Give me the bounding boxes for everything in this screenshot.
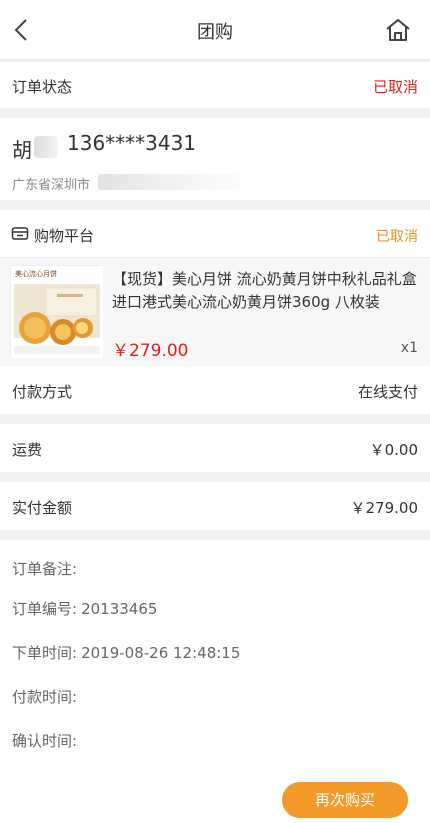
paid-amount-row: 实付金额 ￥279.00 bbox=[0, 482, 430, 530]
confirm-time: 确认时间: bbox=[12, 730, 81, 751]
product-thumbnail: 美心流心月饼 bbox=[10, 265, 103, 358]
address-card[interactable]: 胡 136****3431 广东省深圳市 bbox=[0, 118, 430, 200]
redacted-name-blur bbox=[34, 136, 58, 158]
order-status-label: 订单状态 bbox=[12, 78, 73, 96]
order-time-value: 2019-08-26 12:48:15 bbox=[81, 644, 241, 662]
header-bar: 团购 bbox=[0, 0, 430, 60]
payment-method-value: 在线支付 bbox=[357, 383, 418, 401]
shop-name: 购物平台 bbox=[34, 227, 95, 245]
order-status-row: 订单状态 已取消 bbox=[0, 62, 430, 108]
shipping-fee-value: ￥0.00 bbox=[369, 441, 418, 459]
redacted-address-blur bbox=[98, 174, 258, 190]
store-icon bbox=[11, 225, 29, 241]
shop-status: 已取消 bbox=[376, 229, 418, 245]
recipient-name: 胡 bbox=[12, 138, 32, 162]
order-number: 订单编号: 20133465 bbox=[12, 598, 157, 619]
paid-amount-label: 实付金额 bbox=[12, 499, 73, 517]
order-status-value: 已取消 bbox=[372, 78, 418, 96]
order-number-label: 订单编号: bbox=[12, 600, 78, 618]
shipping-fee-row: 运费 ￥0.00 bbox=[0, 424, 430, 472]
order-remark-label: 订单备注: bbox=[12, 560, 78, 578]
order-remark: 订单备注: bbox=[12, 558, 81, 579]
page-title: 团购 bbox=[197, 22, 233, 43]
product-name: 【现货】美心月饼 流心奶黄月饼中秋礼品礼盒 进口港式美心流心奶黄月饼360g 八… bbox=[112, 270, 417, 311]
shop-header[interactable]: 购物平台 已取消 bbox=[0, 210, 430, 258]
thumb-brand-text: 美心流心月饼 bbox=[15, 269, 57, 278]
pay-time: 付款时间: bbox=[12, 686, 81, 707]
confirm-time-label: 确认时间: bbox=[12, 732, 78, 750]
order-number-value: 20133465 bbox=[81, 600, 158, 618]
order-time: 下单时间: 2019-08-26 12:48:15 bbox=[12, 642, 240, 663]
product-quantity: x1 bbox=[400, 340, 418, 356]
recipient-phone: 136****3431 bbox=[67, 131, 197, 155]
recipient-address: 广东省深圳市 bbox=[12, 178, 91, 193]
home-icon[interactable] bbox=[384, 16, 412, 44]
order-time-label: 下单时间: bbox=[12, 644, 78, 662]
payment-method-label: 付款方式 bbox=[12, 383, 73, 401]
payment-method-row: 付款方式 在线支付 bbox=[0, 366, 430, 414]
product-price: ￥279.00 bbox=[112, 341, 189, 361]
rebuy-button[interactable]: 再次购买 bbox=[282, 782, 408, 818]
order-info-block: 订单备注: 订单编号: 20133465 下单时间: 2019-08-26 12:4… bbox=[0, 540, 430, 823]
shipping-fee-label: 运费 bbox=[12, 441, 43, 459]
pay-time-label: 付款时间: bbox=[12, 688, 78, 706]
product-item[interactable]: 美心流心月饼 【现货】美心月饼 流心奶黄月饼中秋礼品礼盒 进口港式美心流心奶黄月… bbox=[0, 258, 430, 366]
paid-amount-value: ￥279.00 bbox=[350, 499, 419, 517]
